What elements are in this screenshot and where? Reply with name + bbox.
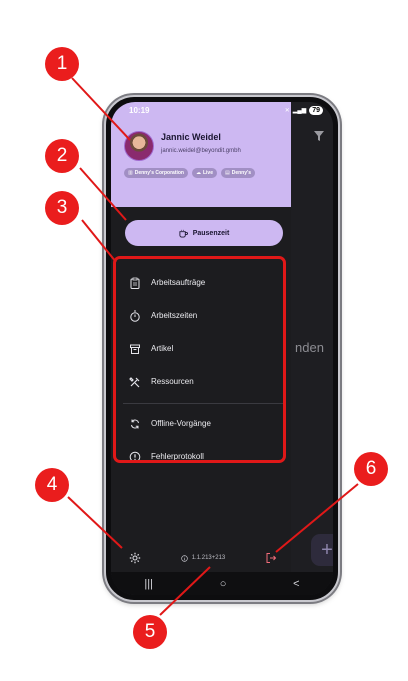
avatar[interactable] [124,131,154,161]
home-button[interactable]: ○ [220,578,227,590]
building-icon: ▥ [128,170,133,176]
pause-time-button[interactable]: Pausenzeit [125,220,283,246]
company-chip[interactable]: ▥ Denny's Corporation [124,168,188,178]
app-version: 1.1.213+213 [180,554,226,562]
cloud-icon: ☁ [195,170,201,176]
store-chip[interactable]: ▤ Denny's [221,168,255,178]
environment-chip-label: Live [202,170,213,176]
environment-chip[interactable]: ☁ Live [191,168,217,178]
callout-2: 2 [45,139,79,173]
status-time: 10:19 [129,105,150,115]
battery-indicator: 79 [309,105,323,115]
menu-highlight-box [113,256,286,463]
pause-time-label: Pausenzeit [192,229,230,237]
settings-gear-icon[interactable] [129,552,141,564]
callout-3: 3 [45,191,79,225]
store-icon: ▤ [225,170,230,176]
back-button[interactable]: < [293,578,299,590]
callout-5: 5 [133,615,167,649]
callout-6: 6 [354,452,388,486]
info-icon [180,554,188,562]
add-fab-button[interactable]: + [311,534,333,566]
company-chip-label: Denny's Corporation [134,170,184,176]
drawer-footer: 1.1.213+213 [111,546,291,570]
context-chips: ▥ Denny's Corporation ☁ Live ▤ Denny's [124,168,255,178]
user-email: jannic.weidel@beyondit.gmbh [161,148,241,154]
user-name: Jannic Weidel [161,132,221,142]
mute-icon: ✕ [284,107,290,114]
callout-4: 4 [35,468,69,502]
logout-icon[interactable] [265,552,277,564]
signal-icon: ▂▄▆ [292,107,307,114]
coffee-icon [179,229,188,238]
filter-icon[interactable] [313,130,325,142]
store-chip-label: Denny's [231,170,251,176]
callout-1: 1 [45,47,79,81]
status-bar: 10:19 ✕ ▂▄▆ 79 [111,102,333,118]
status-icons: ✕ ▂▄▆ 79 [284,105,323,115]
background-empty-text: nden [295,340,324,355]
system-navigation-bar: ||| ○ < [111,572,333,595]
recents-button[interactable]: ||| [144,578,153,590]
version-label: 1.1.213+213 [191,555,226,561]
